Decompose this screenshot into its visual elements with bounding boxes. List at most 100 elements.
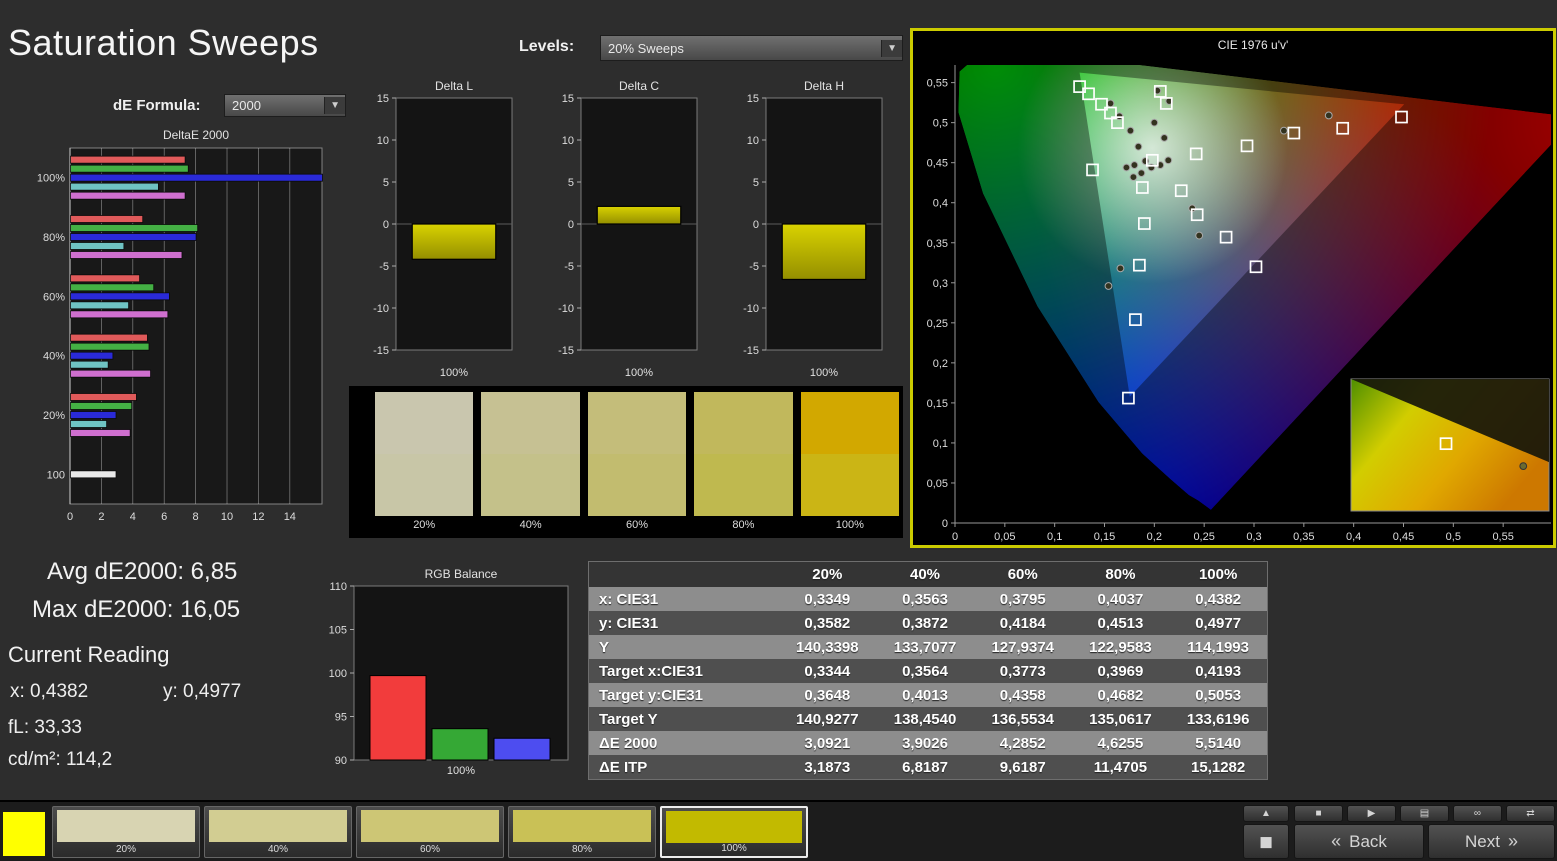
svg-text:90: 90 xyxy=(335,755,347,767)
target-swatch xyxy=(694,454,792,516)
table-cell: 140,3398 xyxy=(778,639,876,656)
table-cell: 3,9026 xyxy=(876,735,974,752)
table-cell: 0,3795 xyxy=(974,591,1072,608)
pattern-swatch-color xyxy=(513,810,651,842)
actual-swatch xyxy=(588,392,686,454)
table-row: x: CIE310,33490,35630,37950,40370,4382 xyxy=(589,587,1267,611)
bottom-bar: ▲ ◼ ■ ▶ ▤ ∞ ⇄ « Back Next » 20% 40%60%80%… xyxy=(0,800,1557,861)
delta-h-chart: Delta H151050-5-10-15100% xyxy=(736,78,888,384)
pattern-up-button[interactable]: ▲ xyxy=(1243,805,1289,822)
svg-text:Delta H: Delta H xyxy=(804,79,844,93)
swatch-level-label: 40% xyxy=(481,519,579,531)
table-cell: 4,6255 xyxy=(1072,735,1170,752)
svg-text:12: 12 xyxy=(252,511,264,523)
pattern-swatch-40%[interactable]: 40% xyxy=(204,806,352,858)
table-header-row: 20%40%60%80%100% xyxy=(589,562,1267,587)
max-de2000: Max dE2000: 16,05 xyxy=(32,596,240,624)
table-cell: 0,3344 xyxy=(778,663,876,680)
svg-text:0: 0 xyxy=(753,219,759,231)
svg-text:5: 5 xyxy=(383,177,389,189)
swatch-column-100%: 100% xyxy=(801,392,899,538)
svg-text:110: 110 xyxy=(329,581,347,593)
table-row: Target x:CIE310,33440,35640,37730,39690,… xyxy=(589,659,1267,683)
corner-color-swatch xyxy=(3,812,45,856)
table-cell: 138,4540 xyxy=(876,711,974,728)
table-cell: 133,7077 xyxy=(876,639,974,656)
svg-text:0,55: 0,55 xyxy=(927,78,948,90)
svg-text:0,3: 0,3 xyxy=(1246,531,1261,543)
svg-text:10: 10 xyxy=(747,135,759,147)
pattern-swatch-label: 20% xyxy=(53,844,199,855)
svg-text:5: 5 xyxy=(753,177,759,189)
svg-text:15: 15 xyxy=(377,93,389,105)
deltae2000-chart: DeltaE 200002468101214100%80%60%40%20%10… xyxy=(34,126,334,534)
svg-text:0,35: 0,35 xyxy=(927,238,948,250)
table-cell: 133,6196 xyxy=(1169,711,1267,728)
svg-text:-15: -15 xyxy=(743,345,759,357)
pattern-swatch-20%[interactable]: 20% xyxy=(52,806,200,858)
svg-text:0,45: 0,45 xyxy=(1393,531,1414,543)
table-row-label: ΔE ITP xyxy=(589,759,778,776)
svg-text:0,2: 0,2 xyxy=(933,358,948,370)
pattern-swatch-color xyxy=(209,810,347,842)
play-button[interactable]: ▶ xyxy=(1347,805,1396,822)
table-cell: 0,3648 xyxy=(778,687,876,704)
next-label: Next xyxy=(1465,832,1500,852)
next-button[interactable]: Next » xyxy=(1428,824,1555,859)
table-cell: 0,3773 xyxy=(974,663,1072,680)
back-chevron-icon: « xyxy=(1331,831,1341,852)
svg-text:0: 0 xyxy=(383,219,389,231)
table-column-header: 20% xyxy=(778,566,876,583)
pattern-swatch-100%[interactable]: 100% xyxy=(660,806,808,858)
de-formula-dropdown[interactable]: 2000 ▼ xyxy=(224,94,346,117)
pattern-swatch-80%[interactable]: 80% xyxy=(508,806,656,858)
actual-swatch xyxy=(375,392,473,454)
svg-text:-15: -15 xyxy=(373,345,389,357)
levels-dropdown[interactable]: 20% Sweeps ▼ xyxy=(600,35,903,61)
table-column-header: 80% xyxy=(1072,566,1170,583)
svg-text:DeltaE 2000: DeltaE 2000 xyxy=(163,128,229,142)
table-cell: 0,3563 xyxy=(876,591,974,608)
swatch-level-label: 80% xyxy=(694,519,792,531)
svg-text:-5: -5 xyxy=(564,261,574,273)
svg-text:4: 4 xyxy=(130,511,136,523)
table-row: ΔE 20003,09213,90264,28524,62555,5140 xyxy=(589,731,1267,755)
table-row-label: Y xyxy=(589,639,778,656)
results-table: 20%40%60%80%100%x: CIE310,33490,35630,37… xyxy=(588,561,1268,780)
svg-text:0: 0 xyxy=(952,531,958,543)
svg-text:15: 15 xyxy=(747,93,759,105)
svg-text:0,45: 0,45 xyxy=(927,158,948,170)
back-button[interactable]: « Back xyxy=(1294,824,1424,859)
svg-text:100%: 100% xyxy=(625,367,653,379)
table-cell: 122,9583 xyxy=(1072,639,1170,656)
svg-text:-5: -5 xyxy=(749,261,759,273)
table-cell: 0,4013 xyxy=(876,687,974,704)
svg-text:Delta C: Delta C xyxy=(619,79,659,93)
shuffle-button[interactable]: ⇄ xyxy=(1506,805,1555,822)
table-cell: 0,4037 xyxy=(1072,591,1170,608)
pattern-window-button[interactable]: ◼ xyxy=(1243,824,1289,859)
table-cell: 3,1873 xyxy=(778,759,876,776)
loop-button[interactable]: ∞ xyxy=(1453,805,1502,822)
table-cell: 0,4513 xyxy=(1072,615,1170,632)
pattern-swatch-60%[interactable]: 60% xyxy=(356,806,504,858)
table-row: Target Y140,9277138,4540136,5534135,0617… xyxy=(589,707,1267,731)
table-row: Target y:CIE310,36480,40130,43580,46820,… xyxy=(589,683,1267,707)
pattern-swatch-color xyxy=(666,811,802,843)
shuffle-icon: ⇄ xyxy=(1526,808,1534,819)
svg-text:0,1: 0,1 xyxy=(933,438,948,450)
table-cell: 0,5053 xyxy=(1169,687,1267,704)
delta-c-chart: Delta C151050-5-10-15100% xyxy=(551,78,703,384)
table-cell: 0,4358 xyxy=(974,687,1072,704)
table-cell: 0,4382 xyxy=(1169,591,1267,608)
stop-button[interactable]: ■ xyxy=(1294,805,1343,822)
target-swatch xyxy=(588,454,686,516)
table-cell: 0,4184 xyxy=(974,615,1072,632)
save-button[interactable]: ▤ xyxy=(1400,805,1449,822)
table-column-header: 40% xyxy=(876,566,974,583)
table-cell: 11,4705 xyxy=(1072,759,1170,776)
table-cell: 6,8187 xyxy=(876,759,974,776)
target-swatch xyxy=(801,454,899,516)
svg-text:CIE 1976 u'v': CIE 1976 u'v' xyxy=(1218,38,1289,52)
actual-swatch xyxy=(694,392,792,454)
